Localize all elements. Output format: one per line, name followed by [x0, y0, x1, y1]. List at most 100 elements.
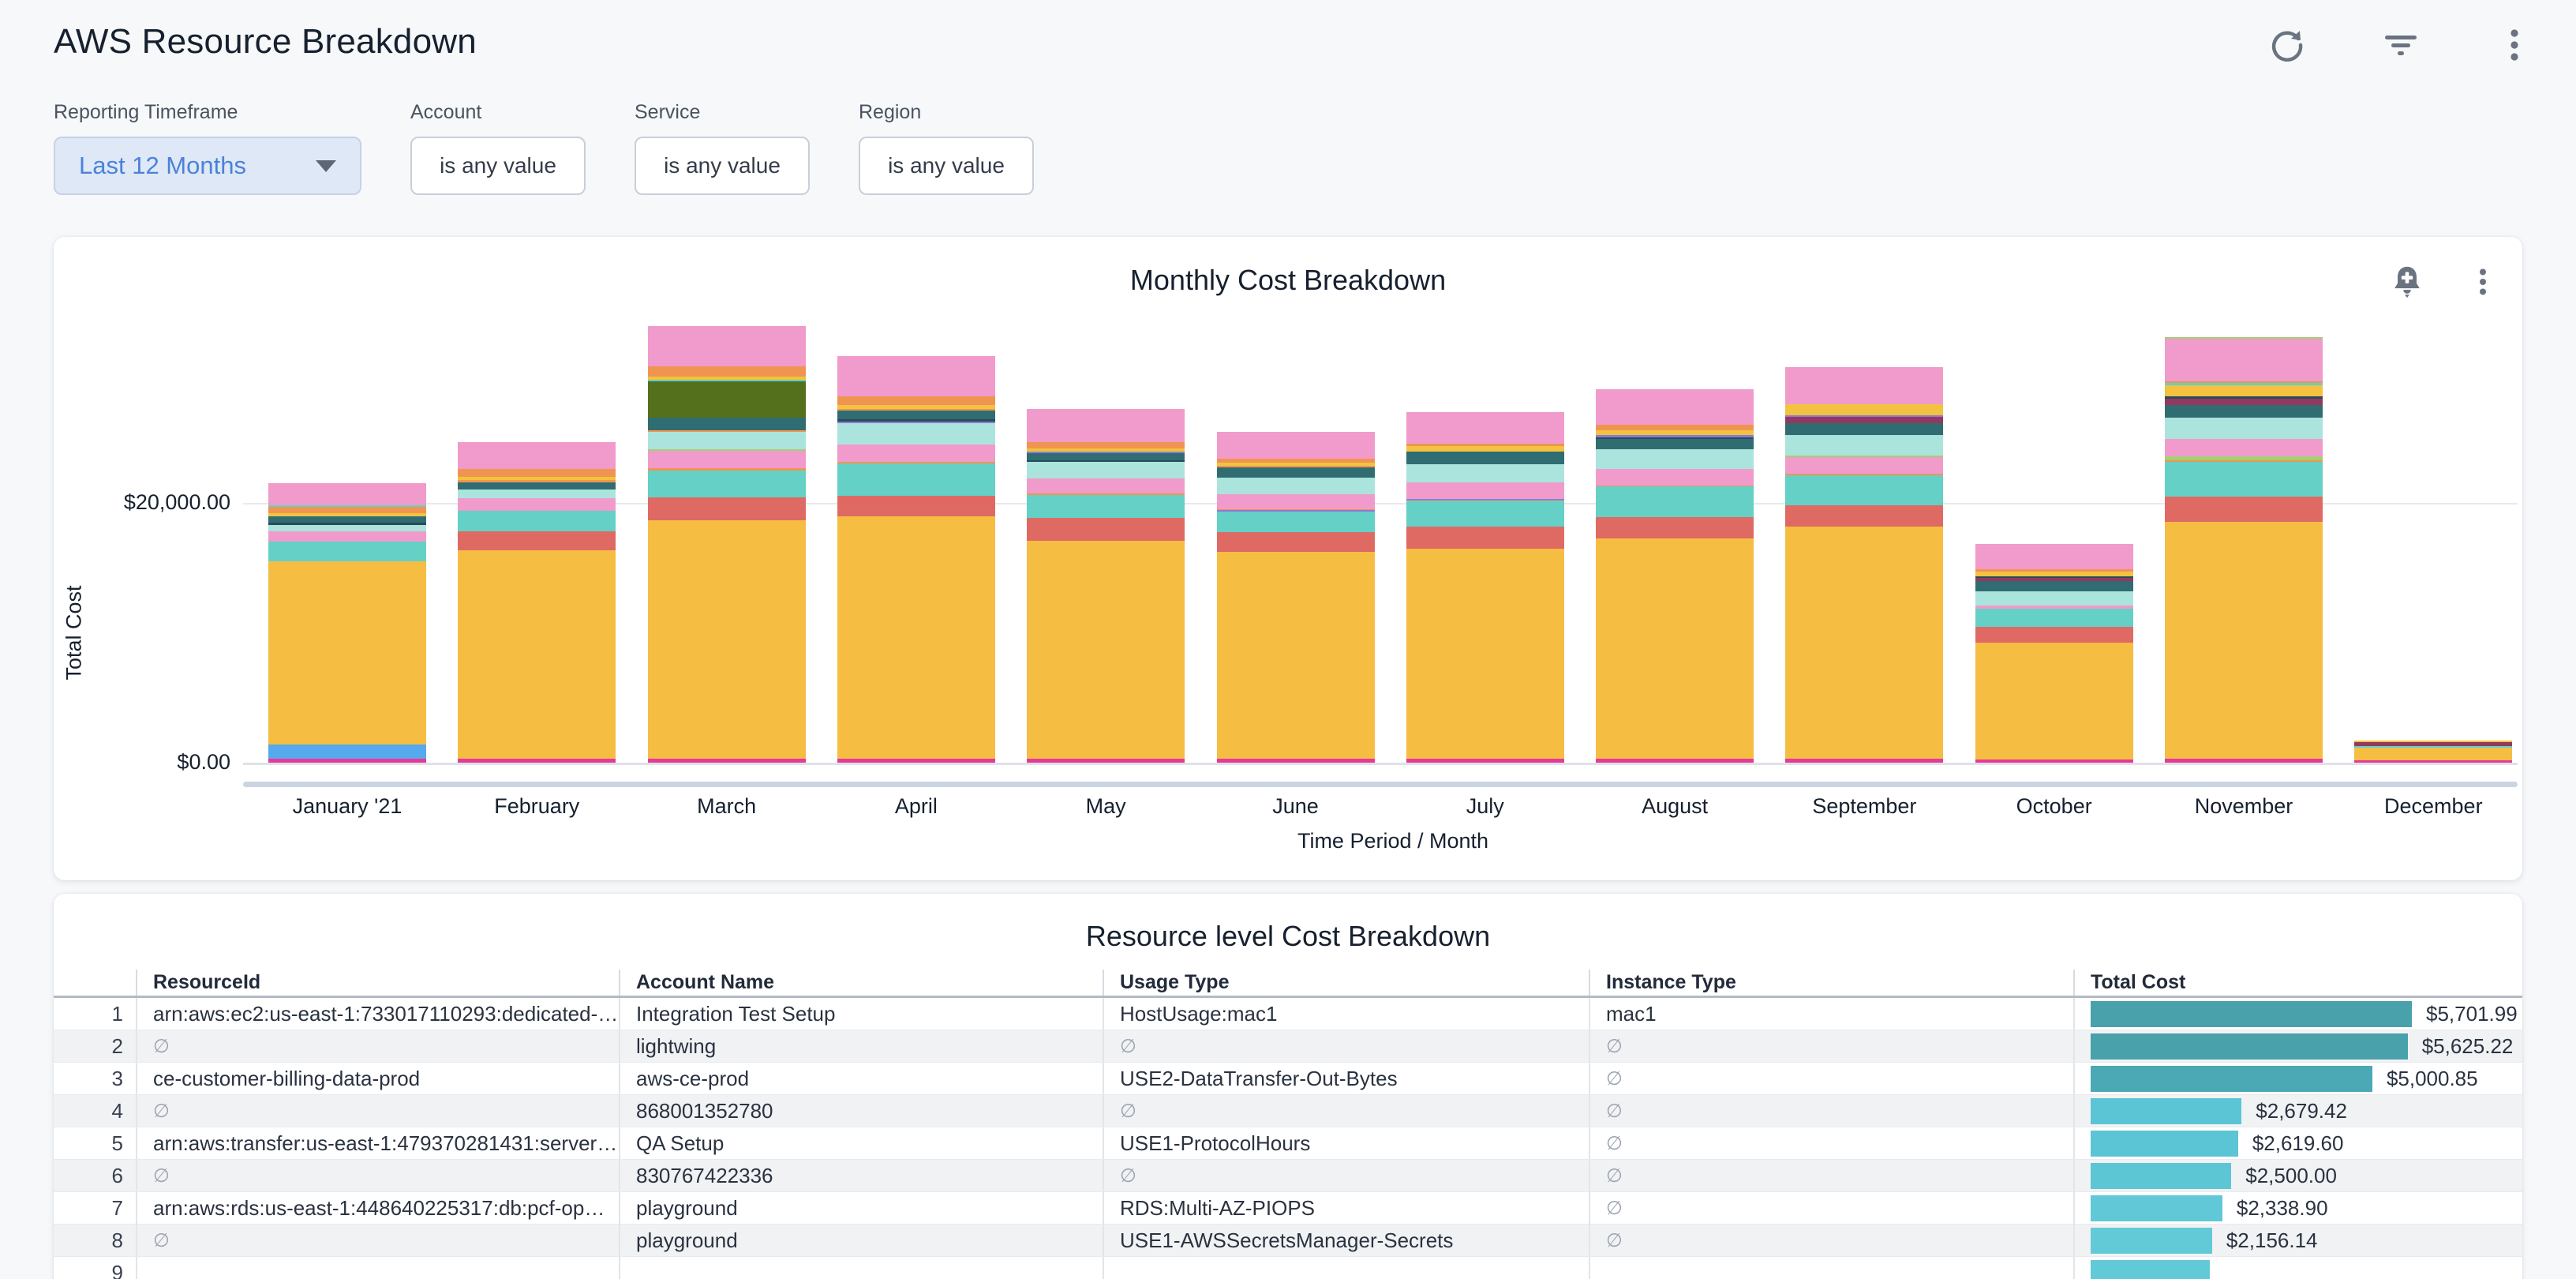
- region-filter-button[interactable]: is any value: [859, 137, 1034, 195]
- bar-segment-magenta[interactable]: [458, 759, 616, 763]
- bar-segment-magenta[interactable]: [2165, 759, 2323, 763]
- bar-segment-magenta[interactable]: [1975, 760, 2133, 763]
- bar-segment-pink[interactable]: [1596, 469, 1754, 486]
- bar-segment-pink[interactable]: [648, 326, 806, 366]
- bar-segment-gold[interactable]: [1217, 552, 1375, 759]
- bar-segment-gold[interactable]: [458, 550, 616, 759]
- bar-segment-pink[interactable]: [1975, 544, 2133, 569]
- bar-segment-darkteal[interactable]: [1217, 467, 1375, 478]
- bar-segment-darkteal[interactable]: [2165, 405, 2323, 418]
- table-row-7[interactable]: 7arn:aws:rds:us-east-1:448640225317:db:p…: [54, 1192, 2522, 1225]
- bar-segment-gold[interactable]: [1785, 527, 1943, 759]
- table-row-9[interactable]: 9: [54, 1257, 2522, 1279]
- bar-segment-red[interactable]: [1785, 505, 1943, 527]
- bar-segment-teal[interactable]: [1217, 512, 1375, 531]
- table-row-1[interactable]: 1arn:aws:ec2:us-east-1:733017110293:dedi…: [54, 998, 2522, 1030]
- bar-segment-red[interactable]: [1217, 532, 1375, 552]
- bar-segment-pink[interactable]: [1027, 478, 1185, 493]
- table-row-8[interactable]: 8∅playgroundUSE1-AWSSecretsManager-Secre…: [54, 1225, 2522, 1257]
- bar-segment-teal[interactable]: [1027, 495, 1185, 518]
- alert-bell-button[interactable]: [2385, 261, 2429, 305]
- refresh-button[interactable]: [2265, 24, 2309, 68]
- bar-segment-pink[interactable]: [1596, 389, 1754, 425]
- stacked-bar-10[interactable]: [1975, 544, 2133, 763]
- bar-segment-teal[interactable]: [648, 471, 806, 498]
- bar-segment-darkteal[interactable]: [1975, 581, 2133, 591]
- bar-segment-red[interactable]: [1975, 627, 2133, 643]
- table-row-6[interactable]: 6∅830767422336∅∅$2,500.00: [54, 1160, 2522, 1192]
- stacked-bar-4[interactable]: [837, 356, 995, 763]
- chart-scrollbar[interactable]: [243, 782, 2518, 787]
- stacked-bar-2[interactable]: [458, 442, 616, 763]
- bar-segment-magenta[interactable]: [1217, 759, 1375, 763]
- stacked-bar-8[interactable]: [1596, 389, 1754, 763]
- bar-segment-mint[interactable]: [1785, 435, 1943, 455]
- bar-segment-red[interactable]: [648, 497, 806, 520]
- bar-segment-darkteal[interactable]: [1406, 452, 1564, 464]
- bar-segment-darkteal[interactable]: [268, 516, 426, 523]
- bar-segment-darkteal[interactable]: [1027, 453, 1185, 460]
- bar-segment-darkteal[interactable]: [458, 482, 616, 490]
- stacked-bar-1[interactable]: [268, 483, 426, 763]
- bar-segment-magenta[interactable]: [268, 759, 426, 763]
- col-header-instance-type[interactable]: Instance Type: [1589, 970, 2073, 996]
- bar-segment-mint[interactable]: [2165, 418, 2323, 439]
- bar-segment-gold[interactable]: [268, 561, 426, 745]
- bar-segment-magenta[interactable]: [1785, 759, 1943, 763]
- bar-segment-mint[interactable]: [1596, 449, 1754, 469]
- bar-segment-orange[interactable]: [268, 507, 426, 513]
- bar-segment-mint[interactable]: [268, 525, 426, 531]
- bar-segment-maroon[interactable]: [2165, 399, 2323, 406]
- bar-segment-orange[interactable]: [837, 396, 995, 406]
- bar-segment-magenta[interactable]: [1406, 759, 1564, 763]
- bar-segment-olive[interactable]: [648, 381, 806, 418]
- bar-segment-magenta[interactable]: [648, 759, 806, 763]
- bar-segment-orange[interactable]: [458, 469, 616, 477]
- reporting-timeframe-select[interactable]: Last 12 Months: [54, 137, 361, 195]
- bar-segment-teal[interactable]: [2165, 462, 2323, 497]
- dashboard-menu-button[interactable]: [2492, 24, 2537, 68]
- bar-segment-gold[interactable]: [648, 520, 806, 759]
- bar-segment-gold[interactable]: [1027, 541, 1185, 759]
- stacked-bar-12[interactable]: [2354, 741, 2512, 763]
- bar-segment-red[interactable]: [1406, 527, 1564, 549]
- bar-segment-pink[interactable]: [1785, 367, 1943, 404]
- bar-segment-teal[interactable]: [268, 542, 426, 561]
- bar-segment-pink[interactable]: [458, 498, 616, 511]
- bar-segment-maroon[interactable]: [1785, 417, 1943, 423]
- bar-segment-pink[interactable]: [1406, 482, 1564, 499]
- bar-segment-teal[interactable]: [837, 463, 995, 496]
- table-row-2[interactable]: 2∅lightwing∅∅$5,625.22: [54, 1030, 2522, 1063]
- bar-segment-gold[interactable]: [1975, 643, 2133, 760]
- bar-segment-pink[interactable]: [1027, 409, 1185, 443]
- bar-segment-gold[interactable]: [837, 516, 995, 759]
- bar-segment-red[interactable]: [837, 496, 995, 516]
- bar-segment-gold[interactable]: [1596, 538, 1754, 759]
- bar-segment-gold2[interactable]: [1406, 446, 1564, 452]
- bar-segment-darkteal[interactable]: [1785, 423, 1943, 435]
- bar-segment-magenta[interactable]: [1027, 759, 1185, 763]
- bar-segment-pink[interactable]: [2165, 439, 2323, 456]
- account-filter-button[interactable]: is any value: [410, 137, 586, 195]
- bar-segment-red[interactable]: [1596, 517, 1754, 538]
- table-row-5[interactable]: 5arn:aws:transfer:us-east-1:479370281431…: [54, 1127, 2522, 1160]
- stacked-bar-6[interactable]: [1217, 432, 1375, 763]
- bar-segment-mint[interactable]: [1406, 464, 1564, 483]
- bar-segment-mint[interactable]: [1027, 462, 1185, 478]
- bar-segment-pink[interactable]: [1217, 432, 1375, 459]
- bar-segment-pink[interactable]: [1406, 412, 1564, 444]
- bar-segment-magenta[interactable]: [1596, 759, 1754, 763]
- bar-segment-gold[interactable]: [2165, 522, 2323, 759]
- col-header-usage-type[interactable]: Usage Type: [1103, 970, 1589, 996]
- service-filter-button[interactable]: is any value: [635, 137, 810, 195]
- bar-segment-pink[interactable]: [1217, 494, 1375, 509]
- bar-segment-teal[interactable]: [1975, 609, 2133, 626]
- bar-segment-pink[interactable]: [268, 483, 426, 505]
- bar-segment-red[interactable]: [2165, 497, 2323, 522]
- bar-segment-gold2[interactable]: [2165, 385, 2323, 396]
- bar-segment-teal[interactable]: [458, 511, 616, 531]
- stacked-bar-7[interactable]: [1406, 412, 1564, 763]
- bar-segment-pink[interactable]: [837, 444, 995, 461]
- bar-segment-mint[interactable]: [1975, 591, 2133, 606]
- bar-segment-magenta[interactable]: [837, 759, 995, 763]
